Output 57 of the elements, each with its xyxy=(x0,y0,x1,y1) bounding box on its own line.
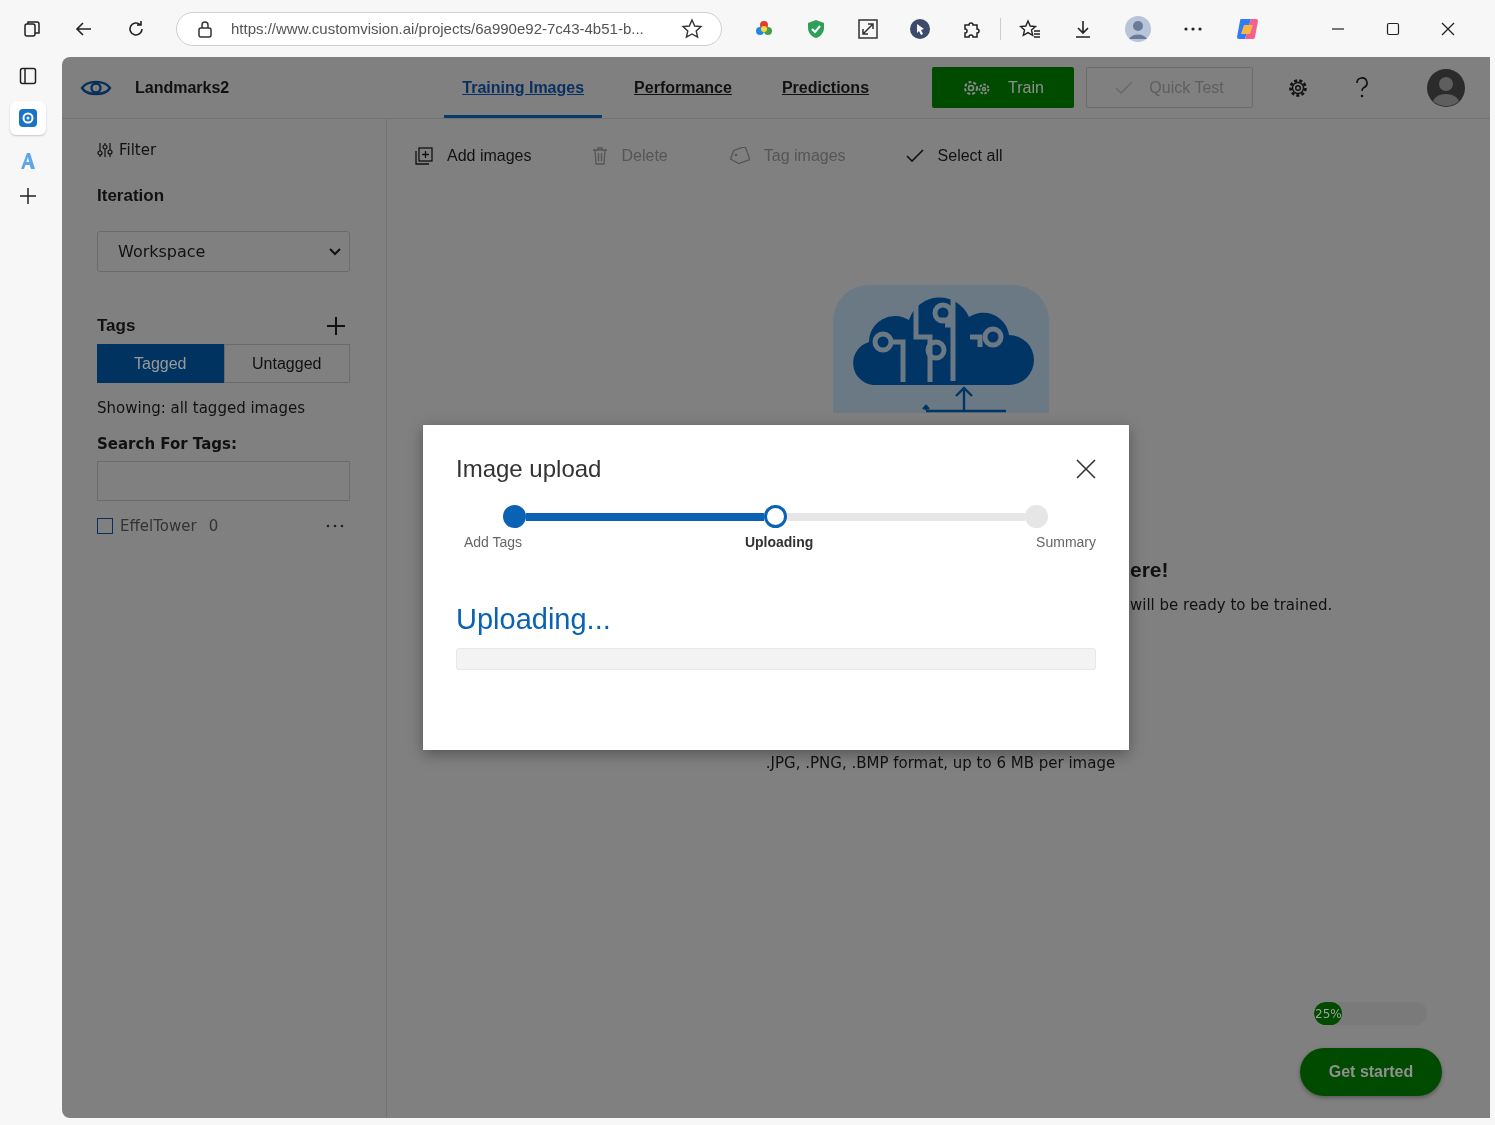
close-icon[interactable] xyxy=(1076,459,1096,479)
tag-filter-toggle[interactable]: Tagged xyxy=(97,344,224,383)
tag-count: 0 xyxy=(208,517,219,535)
formats-text: .JPG, .PNG, .BMP format, up to 6 MB per image xyxy=(765,754,1116,772)
progress-label: 25% xyxy=(1314,1006,1342,1021)
nav-tab[interactable]: Predictions xyxy=(763,57,888,118)
lock-icon xyxy=(197,19,213,38)
trash-icon xyxy=(591,147,608,165)
shield-icon[interactable] xyxy=(806,18,826,39)
step-label: Summary xyxy=(1036,534,1096,550)
uploading-heading: Uploading... xyxy=(456,603,612,636)
address-bar[interactable]: https://www.customvision.ai/projects/6a990e92-7c43-4b51-b... xyxy=(176,11,722,46)
filter-button[interactable]: Filter xyxy=(97,141,350,159)
help-icon[interactable] xyxy=(1355,76,1370,99)
iteration-dropdown[interactable]: Workspace xyxy=(97,231,350,272)
dialog-title: Image upload xyxy=(456,455,602,483)
showing-text: Showing: all tagged images xyxy=(97,399,306,417)
chevron-down-icon xyxy=(329,247,341,256)
project-name: Landmarks2 xyxy=(135,78,230,97)
add-image-icon xyxy=(415,147,433,165)
tag-icon xyxy=(727,147,750,165)
star-icon[interactable] xyxy=(681,17,703,40)
iteration-heading: Iteration xyxy=(97,186,166,206)
expand-icon[interactable] xyxy=(858,18,878,39)
cursor-icon[interactable] xyxy=(910,18,930,39)
url-text: https://www.customvision.ai/projects/6a990e92-7c43-4b51-b... xyxy=(231,20,645,37)
maximize-icon[interactable] xyxy=(1386,21,1400,36)
sliders-icon xyxy=(97,142,113,158)
reload-icon[interactable] xyxy=(126,18,146,39)
toolbar-button[interactable]: Select all xyxy=(905,147,1003,165)
avatar-icon[interactable] xyxy=(1427,68,1466,107)
tag-filter-toggle[interactable]: Untagged xyxy=(223,344,350,383)
nav-tab[interactable]: Training Images xyxy=(444,57,603,118)
get-started-button[interactable]: Get started xyxy=(1300,1048,1442,1096)
step-label: Uploading xyxy=(744,534,814,550)
nav-tab[interactable]: Performance xyxy=(616,57,750,118)
check-icon xyxy=(905,149,924,163)
search-label: Search For Tags: xyxy=(97,435,238,453)
close-icon[interactable] xyxy=(1441,21,1455,36)
tabs-icon[interactable] xyxy=(22,18,42,39)
download-icon[interactable] xyxy=(1073,18,1093,39)
toolbar-button[interactable]: Add images xyxy=(415,147,532,165)
step-label: Add Tags xyxy=(464,534,523,550)
empty-heading: ere! xyxy=(1130,558,1170,582)
tags-heading: Tags xyxy=(97,316,136,336)
add-icon[interactable] xyxy=(19,187,37,205)
profile-icon[interactable] xyxy=(1125,15,1151,42)
settings-icon[interactable] xyxy=(1287,76,1310,99)
add-tag-icon[interactable] xyxy=(326,316,346,336)
app-shortcut[interactable] xyxy=(10,101,46,135)
eye-app-icon xyxy=(18,108,38,128)
sidebar-toggle-icon[interactable] xyxy=(19,67,37,85)
train-button[interactable]: Train xyxy=(932,67,1075,108)
tag-checkbox[interactable] xyxy=(97,518,113,534)
tag-name: EffelTower xyxy=(120,517,197,535)
favorites-icon[interactable] xyxy=(1019,18,1041,39)
empty-text: will be ready to be trained. xyxy=(1130,596,1333,614)
